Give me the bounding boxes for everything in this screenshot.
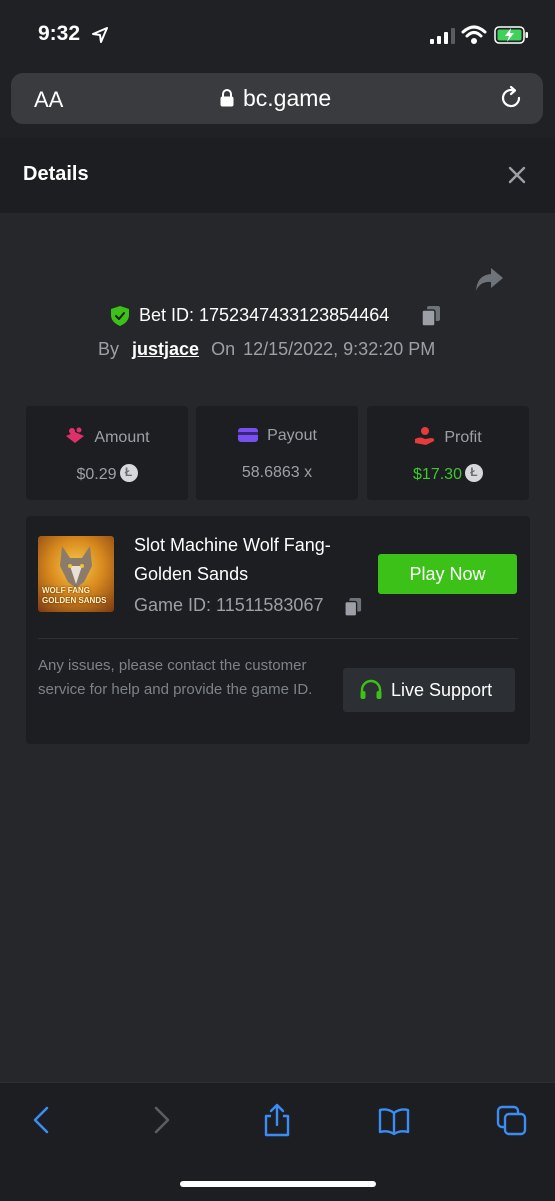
live-support-label: Live Support bbox=[391, 680, 493, 700]
signal-icon bbox=[430, 28, 455, 44]
profit-hand-icon bbox=[415, 427, 435, 445]
location-arrow-icon bbox=[92, 27, 108, 43]
modal-title: Details bbox=[23, 163, 89, 185]
copy-icon[interactable] bbox=[344, 597, 362, 617]
copy-icon[interactable] bbox=[421, 305, 441, 327]
status-time: 9:32 bbox=[38, 22, 81, 45]
payout-label: Payout bbox=[267, 427, 317, 444]
amount-value: $0.29 bbox=[76, 466, 117, 483]
share-icon[interactable] bbox=[473, 265, 505, 295]
game-title: Slot Machine Wolf Fang-Golden Sands bbox=[134, 535, 331, 584]
litecoin-icon bbox=[464, 464, 483, 482]
profit-value: $17.30 bbox=[413, 466, 462, 483]
text-size-button[interactable]: AA bbox=[34, 87, 63, 113]
bet-meta: By justjace On 12/15/2022, 9:32:20 PM bbox=[98, 339, 435, 360]
lock-icon bbox=[220, 89, 234, 107]
by-label: By bbox=[98, 339, 120, 359]
bet-id: Bet ID: 1752347433123854464 bbox=[139, 305, 390, 325]
live-support-button[interactable]: Live Support bbox=[343, 668, 515, 712]
headset-icon bbox=[360, 679, 382, 699]
home-indicator[interactable] bbox=[180, 1181, 376, 1187]
game-thumb-text: WOLF FANG GOLDEN SANDS bbox=[42, 586, 107, 605]
url-text[interactable]: bc.game bbox=[243, 85, 331, 112]
payout-value: 58.6863 x bbox=[241, 464, 313, 481]
on-label: On bbox=[211, 339, 236, 359]
divider bbox=[38, 638, 518, 639]
wifi-icon bbox=[461, 25, 487, 44]
share-sheet-icon[interactable] bbox=[261, 1103, 293, 1137]
wolf-icon bbox=[60, 546, 92, 588]
amount-icon bbox=[66, 427, 85, 443]
game-thumbnail[interactable]: WOLF FANG GOLDEN SANDS bbox=[38, 536, 114, 612]
payout-card: Payout 58.6863 x bbox=[196, 406, 358, 500]
amount-label: Amount bbox=[94, 429, 150, 446]
close-icon[interactable] bbox=[506, 164, 528, 186]
username-link[interactable]: justjace bbox=[132, 339, 199, 359]
amount-card: Amount $0.29 bbox=[26, 406, 188, 500]
tabs-icon[interactable] bbox=[496, 1103, 528, 1137]
back-icon[interactable] bbox=[26, 1103, 58, 1137]
game-id: Game ID: 11511583067 bbox=[134, 595, 324, 615]
play-now-button[interactable]: Play Now bbox=[378, 554, 517, 594]
bet-datetime: 12/15/2022, 9:32:20 PM bbox=[243, 339, 436, 359]
profit-card: Profit $17.30 bbox=[367, 406, 529, 500]
bookmarks-icon[interactable] bbox=[378, 1103, 410, 1137]
shield-check-icon bbox=[111, 306, 129, 326]
help-text: Any issues, please contact the customer … bbox=[38, 657, 313, 698]
profit-label: Profit bbox=[444, 429, 482, 446]
payout-card-icon bbox=[238, 428, 259, 442]
battery-charging-icon bbox=[494, 26, 528, 44]
forward-icon[interactable] bbox=[145, 1103, 177, 1137]
reload-icon[interactable] bbox=[498, 85, 524, 111]
litecoin-icon bbox=[119, 464, 138, 482]
